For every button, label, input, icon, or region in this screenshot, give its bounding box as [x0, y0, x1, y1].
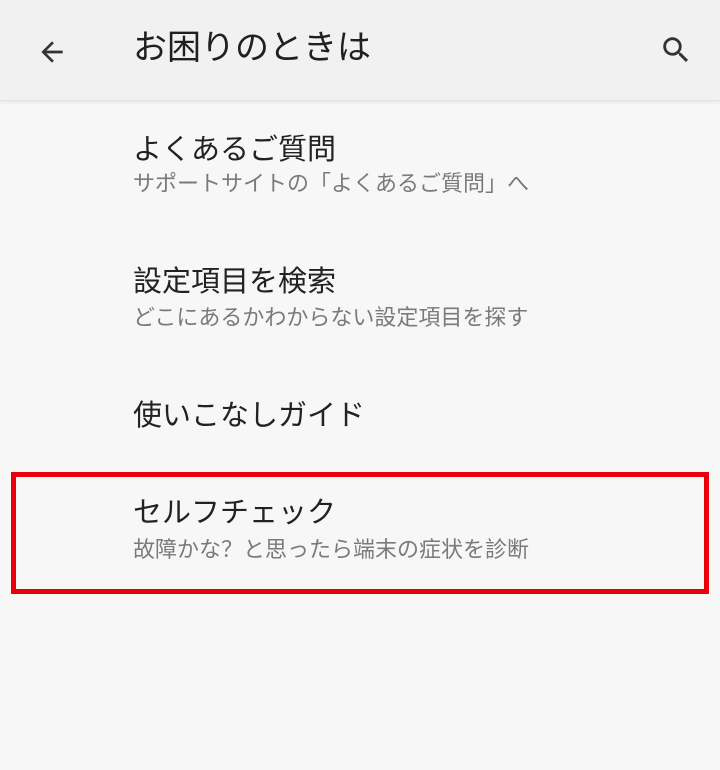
item-title: セルフチェック [133, 495, 337, 529]
list-item-self-check[interactable]: セルフチェック 故障かな？と思ったら端末の症状を診断 [0, 478, 720, 584]
item-title: よくあるご質問 [133, 132, 337, 166]
list-item-guide[interactable]: 使いこなしガイド [0, 380, 720, 460]
item-title: 使いこなしガイド [133, 398, 366, 432]
search-icon [663, 37, 689, 63]
arrow-back-icon [41, 41, 63, 63]
list-item-search-settings[interactable]: 設定項目を検索 どこにあるかわからない設定項目を探す [0, 246, 720, 346]
item-subtitle: サポートサイトの「よくあるご質問」へ [133, 172, 530, 197]
item-subtitle: 故障かな？と思ったら端末の症状を診断 [133, 538, 530, 563]
app-bar: お困りのときは [0, 0, 720, 101]
page-title: お困りのときは [133, 28, 371, 68]
search-button[interactable] [648, 22, 704, 78]
back-button[interactable] [24, 24, 80, 80]
item-title: 設定項目を検索 [133, 264, 337, 298]
list-item-faq[interactable]: よくあるご質問 サポートサイトの「よくあるご質問」へ [0, 112, 720, 212]
item-subtitle: どこにあるかわからない設定項目を探す [133, 306, 529, 331]
